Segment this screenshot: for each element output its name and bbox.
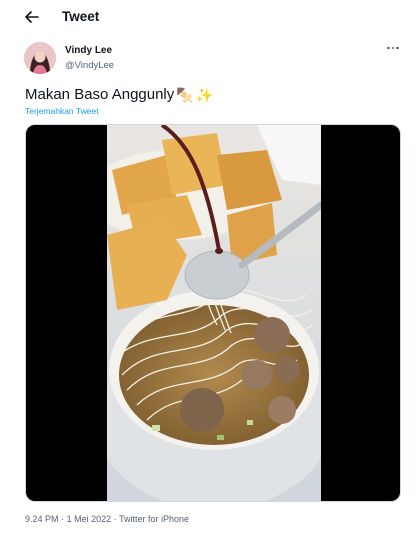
tweet-video[interactable] xyxy=(25,124,401,502)
more-horizontal-icon xyxy=(387,46,390,50)
more-options-button[interactable] xyxy=(385,42,401,54)
food-photo xyxy=(107,125,321,501)
author-handle[interactable]: @VindyLee xyxy=(65,60,114,71)
tweet-source[interactable]: Twitter for iPhone xyxy=(119,514,189,524)
skewer-emoji: 🍢 xyxy=(176,86,194,103)
tweet-meta: 9.24 PM · 1 Mei 2022 · Twitter for iPhon… xyxy=(25,514,189,524)
arrow-left-icon xyxy=(25,11,39,23)
page-title: Tweet xyxy=(62,9,100,24)
meta-separator: · xyxy=(61,514,65,524)
tweet-date[interactable]: 1 Mei 2022 xyxy=(67,514,112,524)
back-button[interactable] xyxy=(22,8,42,26)
tweet-time[interactable]: 9.24 PM xyxy=(25,514,59,524)
author-display-name[interactable]: Vindy Lee xyxy=(65,45,112,56)
avatar[interactable] xyxy=(24,42,56,74)
sparkles-emoji: ✨ xyxy=(195,86,214,103)
tweet-text: Makan Baso Anggunly 🍢 ✨ xyxy=(25,86,213,103)
top-header: Tweet xyxy=(0,0,419,34)
tweet-text-body: Makan Baso Anggunly xyxy=(25,86,175,103)
meta-separator: · xyxy=(113,514,117,524)
translate-tweet-link[interactable]: Terjemahkan Tweet xyxy=(25,106,99,116)
